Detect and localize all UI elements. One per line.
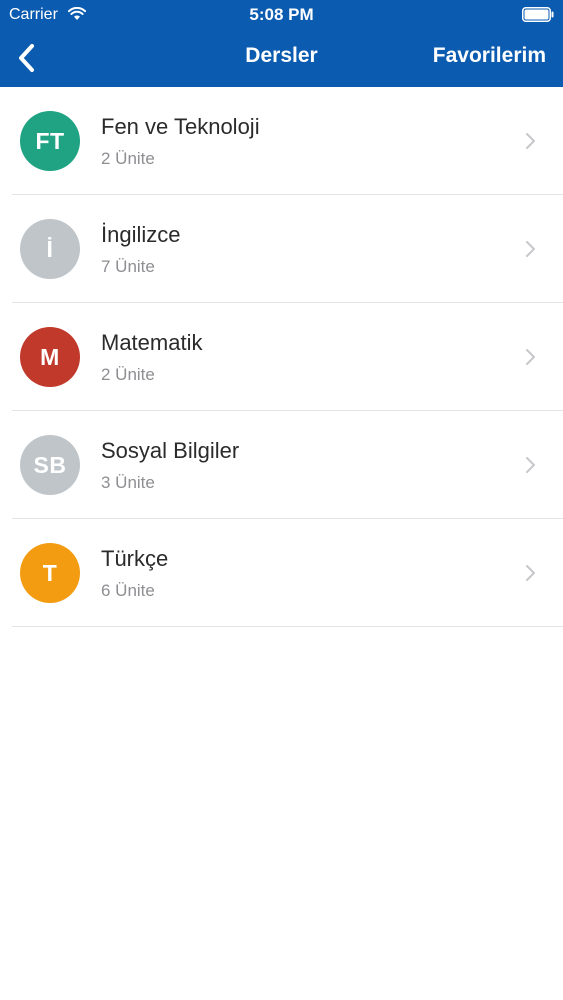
favorites-button[interactable]: Favorilerim	[433, 44, 546, 68]
list-item[interactable]: SB Sosyal Bilgiler 3 Ünite	[0, 411, 563, 519]
lesson-title: İngilizce	[101, 222, 181, 247]
lesson-unit-count: 7 Ünite	[101, 257, 155, 276]
list-item[interactable]: İ İngilizce 7 Ünite	[0, 195, 563, 303]
avatar: M	[20, 327, 80, 387]
lesson-unit-count: 2 Ünite	[101, 365, 155, 384]
lesson-title: Türkçe	[101, 546, 169, 571]
chevron-right-icon	[526, 133, 535, 149]
chevron-right-icon	[526, 457, 535, 473]
avatar: FT	[20, 111, 80, 171]
list-item[interactable]: M Matematik 2 Ünite	[0, 303, 563, 411]
lesson-title: Sosyal Bilgiler	[101, 438, 240, 463]
lesson-unit-count: 2 Ünite	[101, 149, 155, 168]
status-bar: Carrier 5:08 PM	[0, 0, 563, 30]
lesson-unit-count: 3 Ünite	[101, 473, 155, 492]
chevron-right-icon	[526, 565, 535, 581]
list-item[interactable]: T Türkçe 6 Ünite	[0, 519, 563, 627]
lesson-list: FT Fen ve Teknoloji 2 Ünite İ İngilizce 7 Üni…	[0, 87, 563, 627]
lesson-unit-count: 6 Ünite	[101, 581, 155, 600]
avatar: SB	[20, 435, 80, 495]
chevron-right-icon	[526, 241, 535, 257]
nav-bar: Dersler Favorilerim	[0, 30, 563, 87]
header: Carrier 5:08 PM Dersler Favorilerim	[0, 0, 563, 87]
list-item[interactable]: FT Fen ve Teknoloji 2 Ünite	[0, 87, 563, 195]
lesson-title: Matematik	[101, 330, 203, 355]
avatar: T	[20, 543, 80, 603]
screen: Carrier 5:08 PM Dersler Favorilerim FT Fe…	[0, 0, 563, 1000]
battery-icon	[522, 7, 554, 22]
status-time: 5:08 PM	[249, 5, 314, 24]
lesson-title: Fen ve Teknoloji	[101, 114, 260, 139]
avatar: İ	[20, 219, 80, 279]
chevron-right-icon	[526, 349, 535, 365]
